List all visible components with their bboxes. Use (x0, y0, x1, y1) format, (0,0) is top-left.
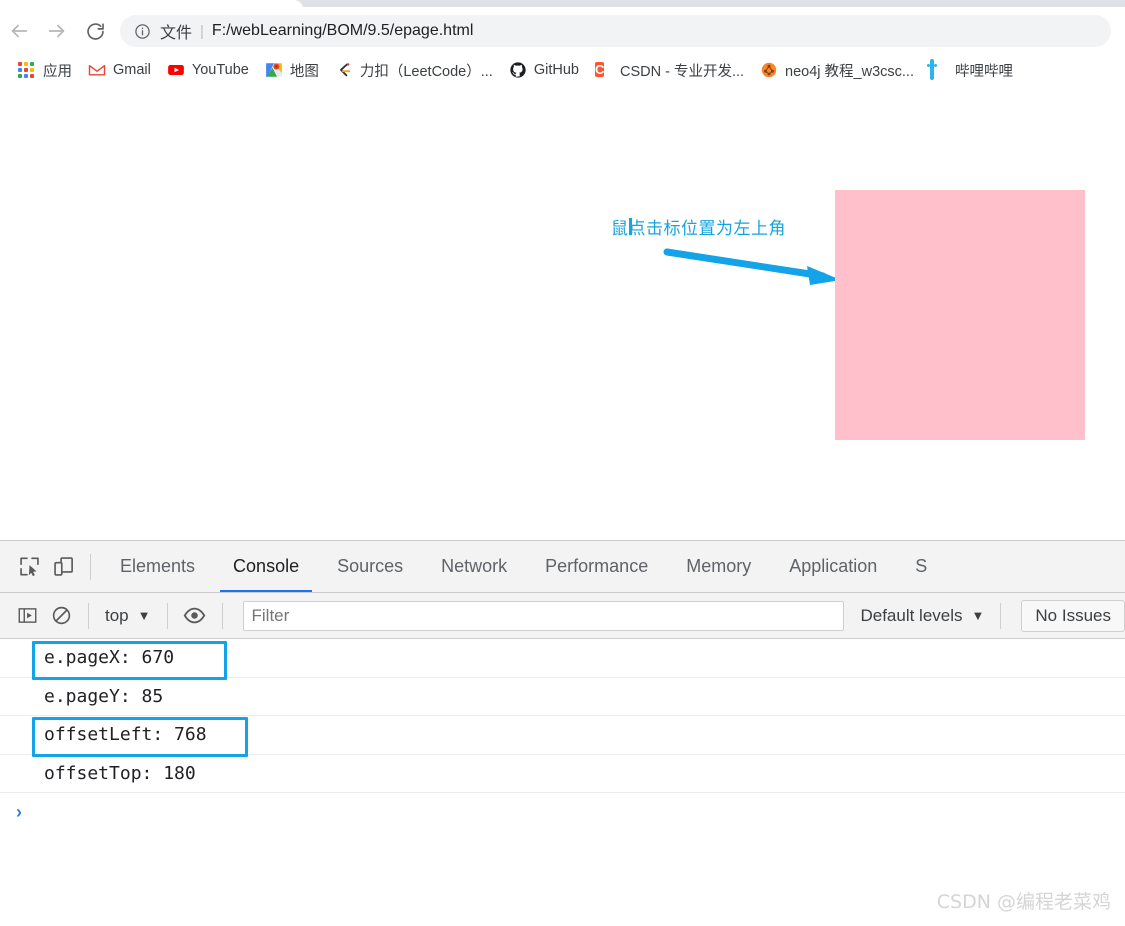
tab-label: Memory (686, 556, 752, 576)
bookmark-label: 应用 (43, 63, 72, 80)
tab-label: Console (233, 556, 300, 576)
tab-label: Elements (120, 556, 196, 576)
youtube-icon (167, 61, 185, 79)
console-message-row[interactable]: e.pageX: 670 (0, 639, 1125, 678)
context-value: top (105, 605, 129, 625)
google-maps-icon (265, 61, 283, 79)
back-button[interactable] (0, 15, 38, 47)
bookmark-label: 地图 (289, 63, 319, 80)
github-icon (509, 61, 527, 79)
page-viewport: 鼠点击标位置为左上角 (0, 88, 1125, 540)
tab-sources[interactable]: Sources (318, 541, 422, 592)
leetcode-icon (335, 61, 353, 79)
csdn-icon: C (594, 62, 605, 77)
bookmark-maps[interactable]: 地图 (257, 56, 327, 84)
tab-application[interactable]: Application (770, 541, 896, 592)
url-separator: | (200, 22, 204, 40)
bookmark-label: 哔哩哔哩 (955, 63, 1013, 80)
console-message-text: e.pageX: 670 (44, 647, 175, 669)
clear-console-icon[interactable] (44, 599, 78, 633)
bookmark-apps[interactable]: 应用 (10, 56, 80, 84)
text-cursor-icon (624, 217, 638, 237)
console-input-prompt[interactable]: › (0, 793, 1125, 831)
bookmark-github[interactable]: GitHub (501, 56, 587, 84)
tab-label: Performance (545, 556, 649, 576)
devtools-panel: Elements Console Sources Network Perform… (0, 540, 1125, 926)
annotation-arrow-icon (663, 248, 841, 285)
neo4j-icon (760, 61, 778, 79)
chevron-right-icon: › (16, 801, 22, 822)
url-scheme-label: 文件 (160, 25, 193, 42)
tab-console[interactable]: Console (214, 541, 318, 592)
browser-toolbar: 文件 | F:/webLearning/BOM/9.5/epage.html (0, 10, 1125, 52)
console-output: e.pageX: 670 e.pageY: 85 offsetLeft: 768… (0, 639, 1125, 885)
reload-icon (86, 22, 104, 40)
devtools-tabbar: Elements Console Sources Network Perform… (0, 541, 1125, 593)
reload-button[interactable] (76, 15, 114, 47)
live-expression-eye-icon[interactable] (178, 599, 212, 633)
bookmark-label: neo4j 教程_w3csc... (785, 63, 914, 80)
console-filter-input[interactable] (242, 600, 845, 631)
toolbar-divider (221, 602, 223, 629)
console-message-text: offsetLeft: 768 (44, 724, 207, 746)
gmail-icon (88, 61, 106, 79)
toolbar-divider (88, 602, 89, 629)
tab-network[interactable]: Network (422, 541, 526, 592)
bookmark-bilibili[interactable]: 哔哩哔哩 (922, 56, 1021, 84)
bookmark-csdn[interactable]: C CSDN - 专业开发... (587, 56, 752, 84)
bookmark-label: 力扣（LeetCode）... (359, 63, 493, 80)
tab-strip-empty-area[interactable] (312, 0, 1125, 7)
tab-elements[interactable]: Elements (101, 541, 214, 592)
url-text: F:/webLearning/BOM/9.5/epage.html (211, 22, 474, 39)
bookmark-gmail[interactable]: Gmail (80, 56, 159, 84)
log-levels-select[interactable]: Default levels ▼ (854, 606, 990, 626)
pink-target-box[interactable] (835, 190, 1085, 440)
watermark-label: CSDN @编程老菜鸡 (936, 891, 1111, 913)
tab-label: S (915, 556, 928, 576)
tab-performance[interactable]: Performance (526, 541, 667, 592)
console-toolbar: top ▼ Default levels ▼ No Issues (0, 593, 1125, 639)
toolbar-divider (1000, 602, 1002, 629)
no-issues-button[interactable]: No Issues (1021, 599, 1125, 632)
tab-security[interactable]: S (896, 541, 946, 592)
toolbar-divider (166, 602, 168, 629)
chevron-down-icon: ▼ (971, 608, 985, 623)
console-message-text: offsetTop: 180 (44, 762, 196, 784)
issues-label: No Issues (1035, 605, 1111, 625)
bookmark-label: Gmail (113, 62, 151, 78)
tab-label: Sources (337, 556, 404, 576)
bookmark-label: GitHub (533, 62, 579, 78)
apps-grid-icon (18, 61, 36, 79)
forward-button[interactable] (38, 15, 76, 47)
execution-context-select[interactable]: top ▼ (99, 606, 157, 626)
browser-tab-strip (0, 0, 1125, 10)
inspect-element-icon[interactable] (12, 550, 46, 584)
tab-label: Network (441, 556, 508, 576)
arrow-left-icon (11, 24, 28, 38)
bookmarks-bar: 应用 Gmail YouTube 地图 力扣（LeetCode）... GitH… (0, 52, 1125, 88)
bookmark-leetcode[interactable]: 力扣（LeetCode）... (327, 56, 501, 84)
arrow-right-icon (48, 24, 65, 38)
browser-chrome: 文件 | F:/webLearning/BOM/9.5/epage.html 应… (0, 0, 1125, 88)
console-message-row[interactable]: offsetTop: 180 (0, 755, 1125, 793)
chevron-down-icon: ▼ (137, 608, 151, 623)
address-bar[interactable]: 文件 | F:/webLearning/BOM/9.5/epage.html (120, 15, 1111, 47)
bookmark-label: YouTube (191, 62, 249, 78)
toolbar-divider (90, 553, 91, 580)
levels-value: Default levels (860, 605, 963, 625)
tab-label: Application (789, 556, 878, 576)
tab-memory[interactable]: Memory (667, 541, 770, 592)
bookmark-label: CSDN - 专业开发... (619, 63, 745, 80)
bilibili-icon (930, 59, 948, 80)
console-message-text: e.pageY: 85 (44, 685, 164, 707)
bookmark-neo4j[interactable]: neo4j 教程_w3csc... (752, 56, 922, 84)
active-browser-tab[interactable] (0, 0, 303, 10)
console-message-row[interactable]: offsetLeft: 768 (0, 716, 1125, 755)
console-sidebar-icon[interactable] (10, 599, 44, 633)
device-toolbar-icon[interactable] (46, 550, 80, 584)
info-circle-icon (134, 23, 151, 40)
bookmark-youtube[interactable]: YouTube (159, 56, 257, 84)
console-message-row[interactable]: e.pageY: 85 (0, 678, 1125, 716)
